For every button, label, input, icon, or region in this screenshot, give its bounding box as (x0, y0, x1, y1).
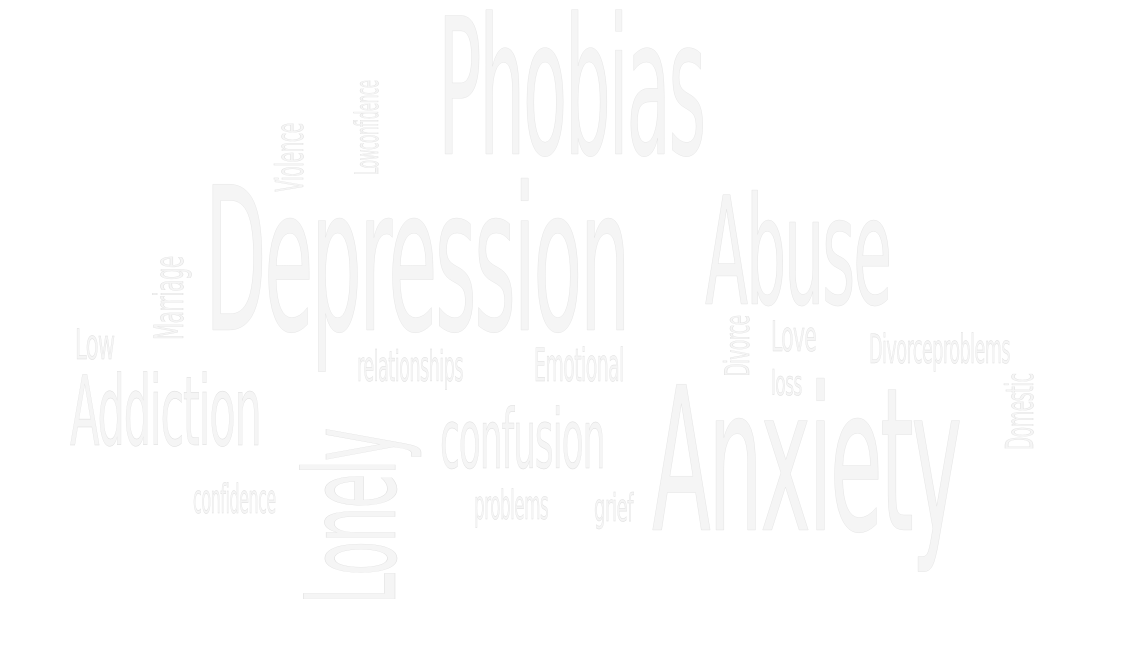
word-grief: grief (594, 486, 634, 530)
word-lonely: Lonely (278, 429, 425, 605)
word-loss: loss (771, 364, 803, 404)
word-lowconfidence: Lowconfidence (348, 80, 386, 176)
word-depression: Depression (205, 145, 631, 378)
word-relationships: relationships (357, 342, 464, 391)
word-violence: Violence (268, 123, 312, 192)
word-divorce: Divorce (718, 315, 758, 377)
word-emotional: Emotional (534, 339, 625, 392)
word-abuse: Abuse (705, 166, 892, 340)
word-cloud: Phobias Depression Abuse Anxiety Addicti… (0, 0, 1146, 651)
word-confidence: confidence (193, 477, 276, 523)
word-addiction: Addiction (70, 356, 262, 468)
word-divorceproblems: Divorceproblems (869, 327, 1011, 373)
word-domestic: Domestic (998, 373, 1042, 450)
word-love: Love (771, 312, 817, 361)
word-anxiety: Anxiety (652, 345, 962, 578)
word-problems: problems (474, 483, 549, 529)
word-confusion: confusion (440, 393, 606, 488)
word-marriage: Marriage (147, 256, 193, 340)
word-low: Low (75, 320, 115, 369)
